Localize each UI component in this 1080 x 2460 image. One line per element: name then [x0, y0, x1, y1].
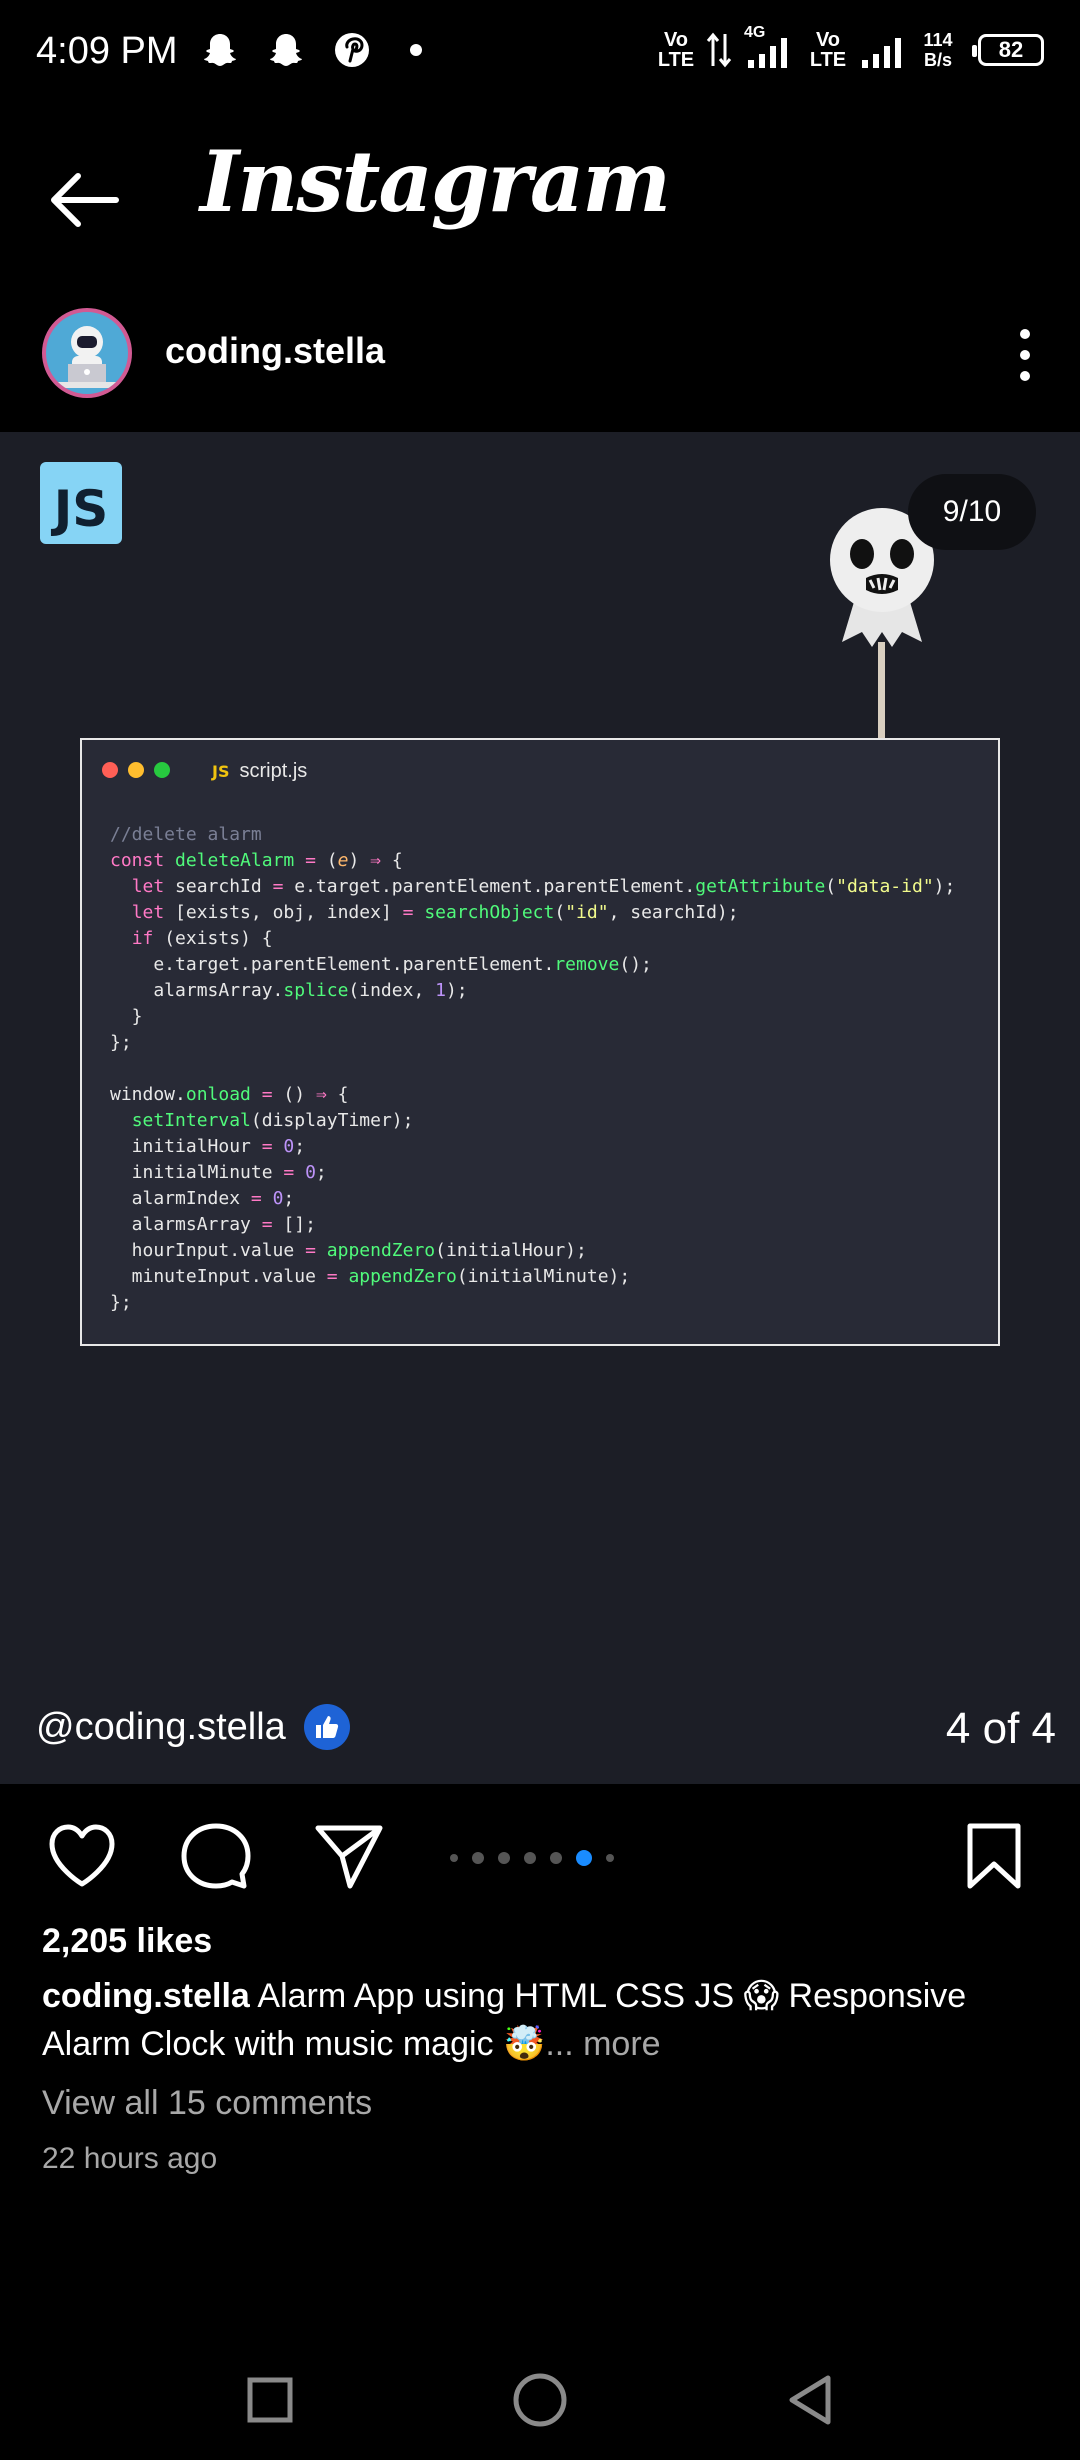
js-logo: JS [40, 462, 122, 544]
carousel-dot [524, 1852, 536, 1864]
volte-indicator: Vo LTE [657, 29, 695, 71]
slide-counter: 9/10 [908, 474, 1036, 550]
home-circle-icon[interactable] [510, 2370, 570, 2430]
minimize-dot [128, 762, 144, 778]
app-bar: Instagram [0, 110, 1080, 280]
post-timestamp: 22 hours ago [42, 2142, 218, 2175]
post-actions [0, 1800, 1080, 1900]
pinterest-icon [330, 28, 374, 72]
status-bar: 4:09 PM Vo LTE 4G Vo LTE 114 B/s 82 [0, 0, 1080, 110]
like-heart-icon[interactable] [44, 1818, 120, 1894]
status-time: 4:09 PM [36, 30, 178, 72]
avatar[interactable] [42, 308, 132, 398]
caption-more-link[interactable]: ... more [545, 2025, 660, 2063]
signal-4g: 4G [742, 24, 798, 72]
carousel-dot [550, 1852, 562, 1864]
file-tab: JS script.js [212, 760, 307, 783]
caption-username[interactable]: coding.stella [42, 1977, 250, 2015]
comment-icon[interactable] [178, 1818, 254, 1894]
post-credit: @coding.stella [36, 1704, 350, 1750]
carousel-dot [472, 1852, 484, 1864]
system-nav-bar [0, 2340, 1080, 2460]
code-block: //delete alarm const deleteAlarm = (e) ⇒… [110, 824, 956, 1313]
post-image[interactable]: JS 9/10 JS script.js //delete alarm cons… [0, 432, 1080, 1784]
battery-indicator: 82 [972, 34, 1044, 66]
post-header: coding.stella [0, 290, 1080, 420]
recents-square-icon[interactable] [240, 2370, 300, 2430]
back-arrow-icon[interactable] [44, 160, 124, 240]
more-notifications-dot [410, 44, 422, 56]
snapchat-icon [198, 28, 242, 72]
save-bookmark-icon[interactable] [956, 1818, 1032, 1894]
post-username[interactable]: coding.stella [165, 330, 385, 372]
notification-icons [198, 28, 422, 72]
maximize-dot [154, 762, 170, 778]
volte-indicator-2: Vo LTE [809, 29, 847, 71]
data-arrows-icon [706, 32, 732, 68]
astronaut-avatar-icon [58, 326, 116, 388]
carousel-indicator [450, 1850, 614, 1866]
js-file-icon: JS [212, 762, 230, 781]
share-send-icon[interactable] [310, 1818, 386, 1894]
back-triangle-icon[interactable] [780, 2370, 840, 2430]
view-comments-link[interactable]: View all 15 comments [42, 2084, 372, 2123]
close-dot [102, 762, 118, 778]
more-options-icon[interactable] [1000, 320, 1050, 390]
credit-handle: @coding.stella [36, 1705, 286, 1748]
code-window: JS script.js //delete alarm const delete… [80, 738, 1000, 1346]
window-controls [102, 762, 170, 778]
status-indicators: Vo LTE 4G Vo LTE 114 B/s 82 [656, 24, 1044, 72]
caption: coding.stella Alarm App using HTML CSS J… [42, 1972, 1042, 2068]
net-speed: 114 B/s [923, 30, 953, 70]
page-indicator: 4 of 4 [945, 1704, 1056, 1753]
thumbs-up-icon [303, 1704, 350, 1750]
signal-bars-icon-2 [862, 38, 901, 68]
carousel-dot [498, 1852, 510, 1864]
likes-count[interactable]: 2,205 likes [42, 1922, 212, 1961]
snapchat-icon [264, 28, 308, 72]
carousel-dot [606, 1854, 614, 1862]
file-name: script.js [239, 760, 308, 782]
carousel-dot [450, 1854, 458, 1862]
instagram-logo: Instagram [200, 132, 671, 231]
carousel-dot-active [576, 1850, 592, 1866]
